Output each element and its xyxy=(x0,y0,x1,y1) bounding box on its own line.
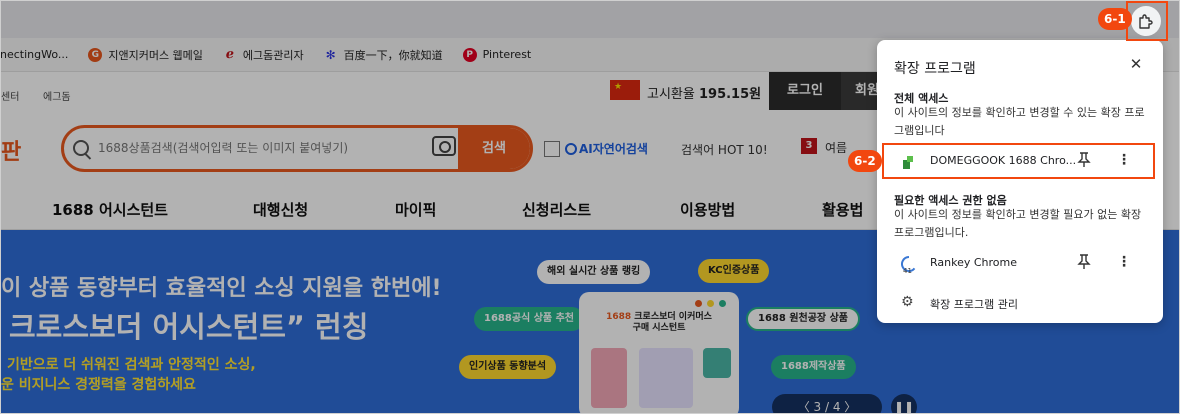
ai-search-icon xyxy=(565,143,577,155)
search-input[interactable] xyxy=(98,136,428,160)
china-flag-icon xyxy=(610,80,640,100)
nav-item-howto[interactable]: 이용방법 xyxy=(680,199,735,220)
annotation-badge: 6-1 xyxy=(1098,8,1132,30)
search-icon xyxy=(73,140,89,156)
manage-extensions-label: 확장 프로그램 관리 xyxy=(930,298,1018,311)
bookmark-webmail[interactable]: G 지앤지커머스 웹메일 xyxy=(88,47,203,63)
more-options-icon[interactable]: ⋮ xyxy=(1117,252,1131,272)
extensions-popup: 확장 프로그램 ✕ 전체 액세스 이 사이트의 정보를 확인하고 변경할 수 있… xyxy=(877,40,1163,323)
more-options-icon[interactable]: ⋮ xyxy=(1117,150,1131,170)
nav-item-mypick[interactable]: 마이픽 xyxy=(395,199,436,220)
banner-pause-button[interactable]: ❚❚ xyxy=(891,394,917,413)
banner-board-title: 1688 크로스보더 이커머스 구매 시스턴트 xyxy=(579,312,739,334)
exchange-rate-value: 195.15원 xyxy=(698,87,762,102)
tab-strip xyxy=(1,1,1179,38)
board-title-line2: 구매 시스턴트 xyxy=(632,323,686,333)
bookmark-eggdome-admin[interactable]: ℯ 에그돔관리자 xyxy=(223,47,304,63)
extension-row-domeggook[interactable]: DOMEGGOOK 1688 Chro... ⋮ xyxy=(877,144,1163,178)
bar-chart-icon xyxy=(639,348,693,408)
puzzle-icon xyxy=(1139,14,1153,29)
chart-card-icon xyxy=(591,348,627,408)
rankey-badge: 41 xyxy=(903,267,912,274)
banner-pill: 해외 실시간 상품 랭킹 xyxy=(537,260,651,284)
banner-headline-1: 이 상품 동향부터 효율적인 소싱 지원을 한번에! xyxy=(1,276,442,301)
site-logo[interactable]: 판 xyxy=(1,134,21,166)
banner-pill: 인기상품 동향분석 xyxy=(459,355,557,379)
hot-rank-keyword[interactable]: 여름 xyxy=(825,139,847,156)
nav-item-assistant[interactable]: 1688 어시스턴트 xyxy=(52,199,168,220)
camera-icon[interactable] xyxy=(432,136,456,156)
pinterest-icon: P xyxy=(462,47,477,62)
board-title-brand: 1688 xyxy=(606,312,632,322)
extension-name: DOMEGGOOK 1688 Chro... xyxy=(930,154,1077,167)
bookmark-label: 에그돔관리자 xyxy=(242,48,304,62)
popup-title: 확장 프로그램 xyxy=(894,61,976,77)
bookmark-pinterest[interactable]: P Pinterest xyxy=(462,47,532,62)
ai-search-label[interactable]: AI자연어검색 xyxy=(565,140,648,157)
extensions-button[interactable] xyxy=(1131,6,1161,36)
list-card-icon xyxy=(703,348,731,378)
login-button[interactable]: 로그인 xyxy=(769,72,841,110)
banner-pill: KC인증상품 xyxy=(698,259,770,283)
extension-name: Rankey Chrome xyxy=(930,256,1018,269)
no-access-description: 이 사이트의 정보를 확인하고 변경할 필요가 없는 확장 프로그램입니다. xyxy=(894,208,1142,239)
mail-icon: G xyxy=(88,47,103,62)
banner-pill: 1688제작상품 xyxy=(771,355,856,379)
board-title-rest: 크로스보더 이커머스 xyxy=(631,312,712,322)
domeggook-icon xyxy=(903,156,913,169)
baidu-icon: ✻ xyxy=(325,47,336,62)
bookmark-label: 지앤지커머스 웹메일 xyxy=(108,48,203,62)
exchange-rate-label: 고시환율 xyxy=(647,87,695,102)
banner-sub-1: 기반으로 더 쉬워진 검색과 안정적인 소싱, xyxy=(7,357,256,373)
extension-row-rankey[interactable]: 41 Rankey Chrome ⋮ xyxy=(877,246,1163,280)
topbar-link-eggdome[interactable]: 에그돔 xyxy=(43,88,71,103)
banner-pill: 1688공식 상품 추천 xyxy=(474,307,584,331)
search-box: 검색 xyxy=(61,125,533,172)
bookmark-connecting[interactable]: nnectingWo... xyxy=(0,48,69,61)
bookmark-label: 百度一下，你就知道 xyxy=(343,48,443,62)
ai-search-checkbox[interactable] xyxy=(544,141,560,157)
annotation-badge: 6-2 xyxy=(848,150,882,172)
bookmark-label: Pinterest xyxy=(482,48,532,61)
nav-item-tips[interactable]: 활용법 xyxy=(822,199,863,220)
gear-icon: ⚙ xyxy=(901,294,914,310)
rankey-icon: 41 xyxy=(901,256,917,274)
nav-item-request-list[interactable]: 신청리스트 xyxy=(522,199,591,220)
manage-extensions[interactable]: ⚙ 확장 프로그램 관리 xyxy=(877,288,1163,318)
close-icon[interactable]: ✕ xyxy=(1127,55,1145,73)
ai-search-text: AI자연어검색 xyxy=(579,142,648,156)
pin-icon[interactable] xyxy=(1077,152,1091,168)
hot-rank-number: 3 xyxy=(801,138,817,154)
banner-pager[interactable]: 〈 3 / 4 〉 xyxy=(772,394,882,413)
exchange-rate: 고시환율 195.15원 xyxy=(647,83,761,102)
bookmark-baidu[interactable]: ✻ 百度一下，你就知道 xyxy=(324,47,443,63)
topbar-link-center[interactable]: 센터 xyxy=(1,88,19,103)
banner-pill: 1688 원천공장 상품 xyxy=(746,307,860,331)
banner-illustration: 1688 크로스보더 이커머스 구매 시스턴트 xyxy=(579,292,739,413)
banner-sub-2: 운 비지니스 경쟁력을 경험하세요 xyxy=(1,377,196,393)
banner-headline-2: 크로스보더 어시스턴트” 런칭 xyxy=(9,310,369,344)
search-button[interactable]: 검색 xyxy=(458,128,530,169)
nav-item-request[interactable]: 대행신청 xyxy=(253,199,308,220)
bookmark-label: nnectingWo... xyxy=(0,48,69,61)
hot-keywords-label: 검색어 HOT 10! xyxy=(681,143,768,157)
egg-icon: ℯ xyxy=(225,46,235,62)
pin-icon[interactable] xyxy=(1077,254,1091,270)
full-access-description: 이 사이트의 정보를 확인하고 변경할 수 있는 확장 프로그램입니다 xyxy=(894,106,1145,137)
